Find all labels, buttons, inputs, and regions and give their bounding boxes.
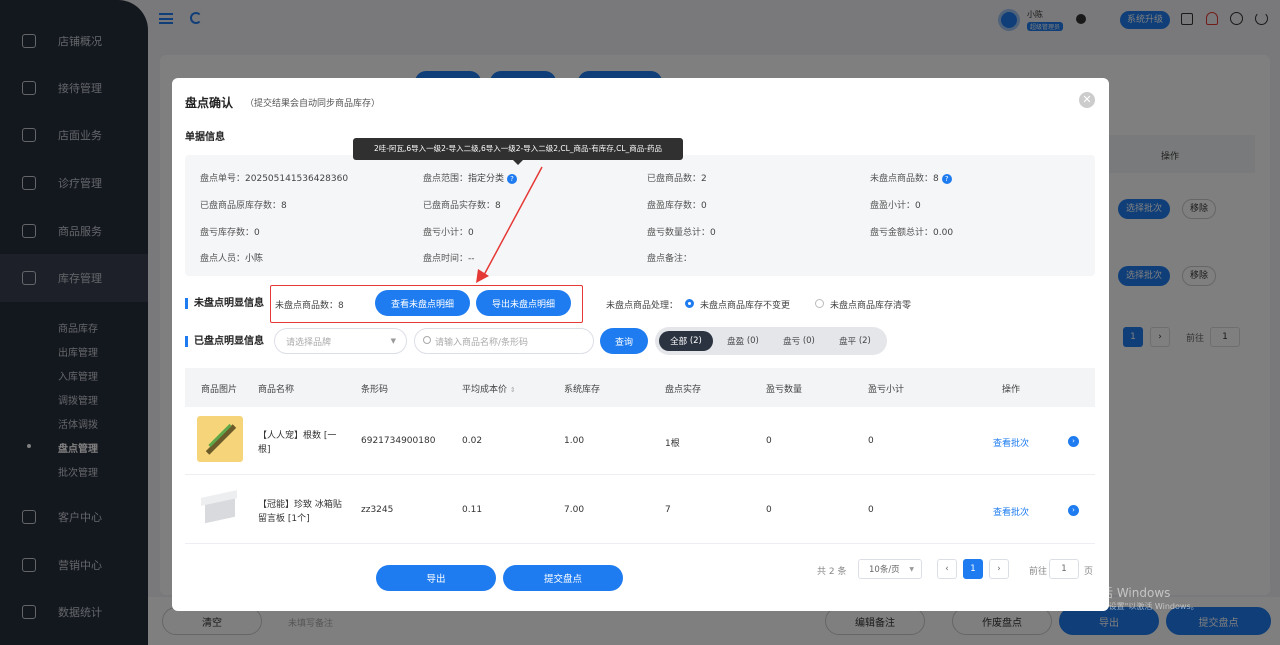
watermark-subtitle: 转到"设置"以激活 Windows。	[1089, 602, 1199, 611]
info-uncounted-goods: 未盘点商品数：8?	[870, 171, 952, 184]
goto-input[interactable]: 1	[1049, 559, 1079, 579]
option-keep-label[interactable]: 未盘点商品库存不变更	[700, 298, 790, 311]
view-uncounted-button[interactable]: 查看未盘点明细	[375, 290, 470, 316]
tab-all[interactable]: 全部 (2)	[659, 331, 713, 351]
uncounted-count: 未盘点商品数：8	[275, 301, 344, 311]
view-batch-link[interactable]: 查看批次	[993, 505, 1029, 518]
info-order-no: 盘点单号：202505141536428360	[200, 174, 349, 184]
section-doc-info: 单据信息	[185, 132, 225, 143]
stocktake-confirm-modal: 盘点确认 （提交结果会自动同步商品库存） ✕ 单据信息 盘点单号：2025051…	[172, 78, 1109, 611]
col-image: 商品图片	[201, 385, 238, 395]
search-input[interactable]: 请输入商品名称/条形码	[414, 328, 594, 354]
col-barcode: 条形码	[361, 385, 389, 395]
query-button[interactable]: 查询	[600, 328, 648, 354]
pagination-total: 共 2 条	[817, 567, 847, 577]
brand-select[interactable]: 请选择品牌 ▼	[274, 328, 407, 354]
col-sys-stock: 系统库存	[564, 385, 601, 395]
product-name: 【冠能】珍致 冰箱贴留言板 [1个]	[258, 500, 342, 524]
col-name: 商品名称	[258, 385, 295, 395]
annotation-arrow	[476, 166, 543, 283]
diff-qty: 0	[766, 436, 772, 446]
actual-stock: 7	[665, 505, 671, 515]
modal-title: 盘点确认	[185, 96, 234, 110]
col-avg-cost[interactable]: 平均成本价 ⇕	[462, 382, 516, 395]
tab-loss[interactable]: 盘亏 (0)	[773, 331, 825, 351]
col-actual: 盘点实存	[665, 385, 702, 395]
product-image	[197, 416, 243, 462]
product-image	[199, 490, 241, 526]
sys-stock: 7.00	[564, 505, 585, 515]
info-counted-goods: 已盘商品数：2	[647, 174, 707, 184]
avg-cost: 0.02	[462, 436, 483, 446]
barcode: zz3245	[361, 505, 394, 515]
chevron-down-icon: ▼	[390, 337, 396, 345]
goto-label: 前往	[1029, 567, 1048, 577]
page-button[interactable]: 1	[963, 559, 983, 579]
result-filter-tabs: 全部 (2) 盘盈 (0) 盘亏 (0) 盘平 (2)	[655, 327, 887, 355]
info-note: 盘点备注：	[647, 254, 693, 264]
search-icon	[423, 336, 431, 344]
diff-subtotal: 0	[868, 505, 874, 515]
prev-page-button[interactable]: ‹	[937, 559, 957, 579]
info-loss-stock: 盘亏库存数：0	[200, 228, 260, 238]
modal-submit-button[interactable]: 提交盘点	[503, 565, 623, 591]
export-uncounted-button[interactable]: 导出未盘点明细	[476, 290, 571, 316]
sys-stock: 1.00	[564, 436, 585, 446]
view-batch-link[interactable]: 查看批次	[993, 436, 1029, 449]
info-staff: 盘点人员：小陈	[200, 254, 264, 264]
col-diff-qty: 盈亏数量	[766, 385, 803, 395]
info-surplus-stock: 盘盈库存数：0	[647, 201, 707, 211]
info-loss-qty-total: 盘亏数量总计：0	[647, 228, 716, 238]
chevron-down-icon: ▼	[909, 565, 914, 573]
doc-info-panel: 盘点单号：202505141536428360 盘点范围：指定分类? 已盘商品数…	[185, 155, 1095, 276]
help-icon[interactable]: ?	[941, 173, 952, 184]
table-row: 【人人宠】根数 [一根] 6921734900180 0.02 1.00 1根 …	[185, 407, 1095, 475]
next-page-button[interactable]: ›	[989, 559, 1009, 579]
table-header: 商品图片 商品名称 条形码 平均成本价 ⇕ 系统库存 盘点实存 盈亏数量 盈亏小…	[185, 368, 1095, 407]
info-original-stock: 已盘商品原库存数：8	[200, 201, 287, 211]
page-suffix: 页	[1084, 567, 1094, 577]
modal-export-button[interactable]: 导出	[376, 565, 496, 591]
product-name: 【人人宠】根数 [一根]	[258, 431, 337, 455]
watermark-title: 激活 Windows	[1089, 586, 1171, 600]
col-diff-sub: 盈亏小计	[868, 385, 905, 395]
actual-stock: 1根	[665, 439, 680, 449]
handling-label: 未盘点商品处理：	[606, 301, 679, 311]
page-size-select[interactable]: 10条/页 ▼	[858, 559, 922, 579]
radio-clear-stock[interactable]	[815, 299, 824, 308]
sort-icon[interactable]: ⇕	[510, 386, 516, 394]
table-row: 【冠能】珍致 冰箱贴留言板 [1个] zz3245 0.11 7.00 7 0 …	[185, 476, 1095, 544]
diff-subtotal: 0	[868, 436, 874, 446]
col-actions: 操作	[1002, 385, 1021, 395]
option-clear-label[interactable]: 未盘点商品库存清零	[830, 298, 911, 311]
modal-subtitle: （提交结果会自动同步商品库存）	[245, 99, 381, 109]
section-uncounted-title: 未盘点明显信息	[185, 298, 264, 309]
barcode: 6921734900180	[361, 436, 436, 446]
info-surplus-subtotal: 盘盈小计：0	[870, 201, 921, 211]
avg-cost: 0.11	[462, 505, 483, 515]
expand-arrow-icon[interactable]: ›	[1068, 505, 1079, 516]
scope-tooltip: 2哇-阿瓦,6导入一级2-导入二级,6导入一级2-导入二级2,CL_商品-有库存…	[353, 138, 683, 160]
tab-surplus[interactable]: 盘盈 (0)	[717, 331, 769, 351]
section-counted-title: 已盘点明显信息	[185, 336, 264, 347]
radio-keep-stock[interactable]	[685, 299, 694, 308]
tab-even[interactable]: 盘平 (2)	[829, 331, 881, 351]
expand-arrow-icon[interactable]: ›	[1068, 436, 1079, 447]
close-icon[interactable]: ✕	[1079, 92, 1095, 108]
diff-qty: 0	[766, 505, 772, 515]
info-loss-amount-total: 盘亏金额总计：0.00	[870, 228, 954, 238]
